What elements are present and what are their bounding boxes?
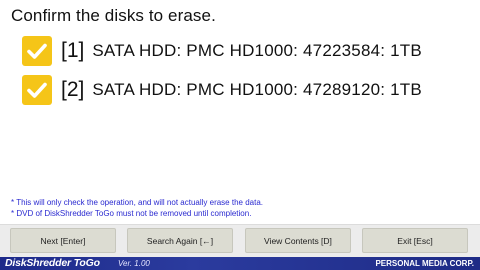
search-again-button[interactable]: Search Again [←] <box>127 228 233 253</box>
note-line: * This will only check the operation, an… <box>11 198 263 207</box>
disk-1-description: SATA HDD: PMC HD1000: 47223584: 1TB <box>92 41 422 60</box>
disk-2-index: [2] <box>61 78 85 101</box>
checkmark-icon <box>27 82 47 98</box>
view-contents-button[interactable]: View Contents [D] <box>245 228 351 253</box>
brand-logo: DiskShredder ToGo <box>5 257 100 269</box>
page-title: Confirm the disks to erase. <box>11 6 216 25</box>
next-button[interactable]: Next [Enter] <box>10 228 116 253</box>
company-name: PERSONAL MEDIA CORP. <box>375 259 474 268</box>
disk-2-description: SATA HDD: PMC HD1000: 47289120: 1TB <box>92 80 422 99</box>
disk-1-index: [1] <box>61 39 85 62</box>
disk-item-1[interactable]: [1] SATA HDD: PMC HD1000: 47223584: 1TB <box>22 35 422 67</box>
disk-1-checkbox[interactable] <box>22 36 52 66</box>
button-bar: Next [Enter] Search Again [←] View Conte… <box>0 224 480 257</box>
notes: * This will only check the operation, an… <box>11 197 263 219</box>
disk-item-2[interactable]: [2] SATA HDD: PMC HD1000: 47289120: 1TB <box>22 74 422 106</box>
note-line: * DVD of DiskShredder ToGo must not be r… <box>11 209 252 218</box>
disk-2-checkbox[interactable] <box>22 75 52 105</box>
exit-button[interactable]: Exit [Esc] <box>362 228 468 253</box>
checkmark-icon <box>27 43 47 59</box>
footer-bar: DiskShredder ToGo Ver. 1.00 PERSONAL MED… <box>0 257 480 270</box>
version-label: Ver. 1.00 <box>118 259 150 268</box>
